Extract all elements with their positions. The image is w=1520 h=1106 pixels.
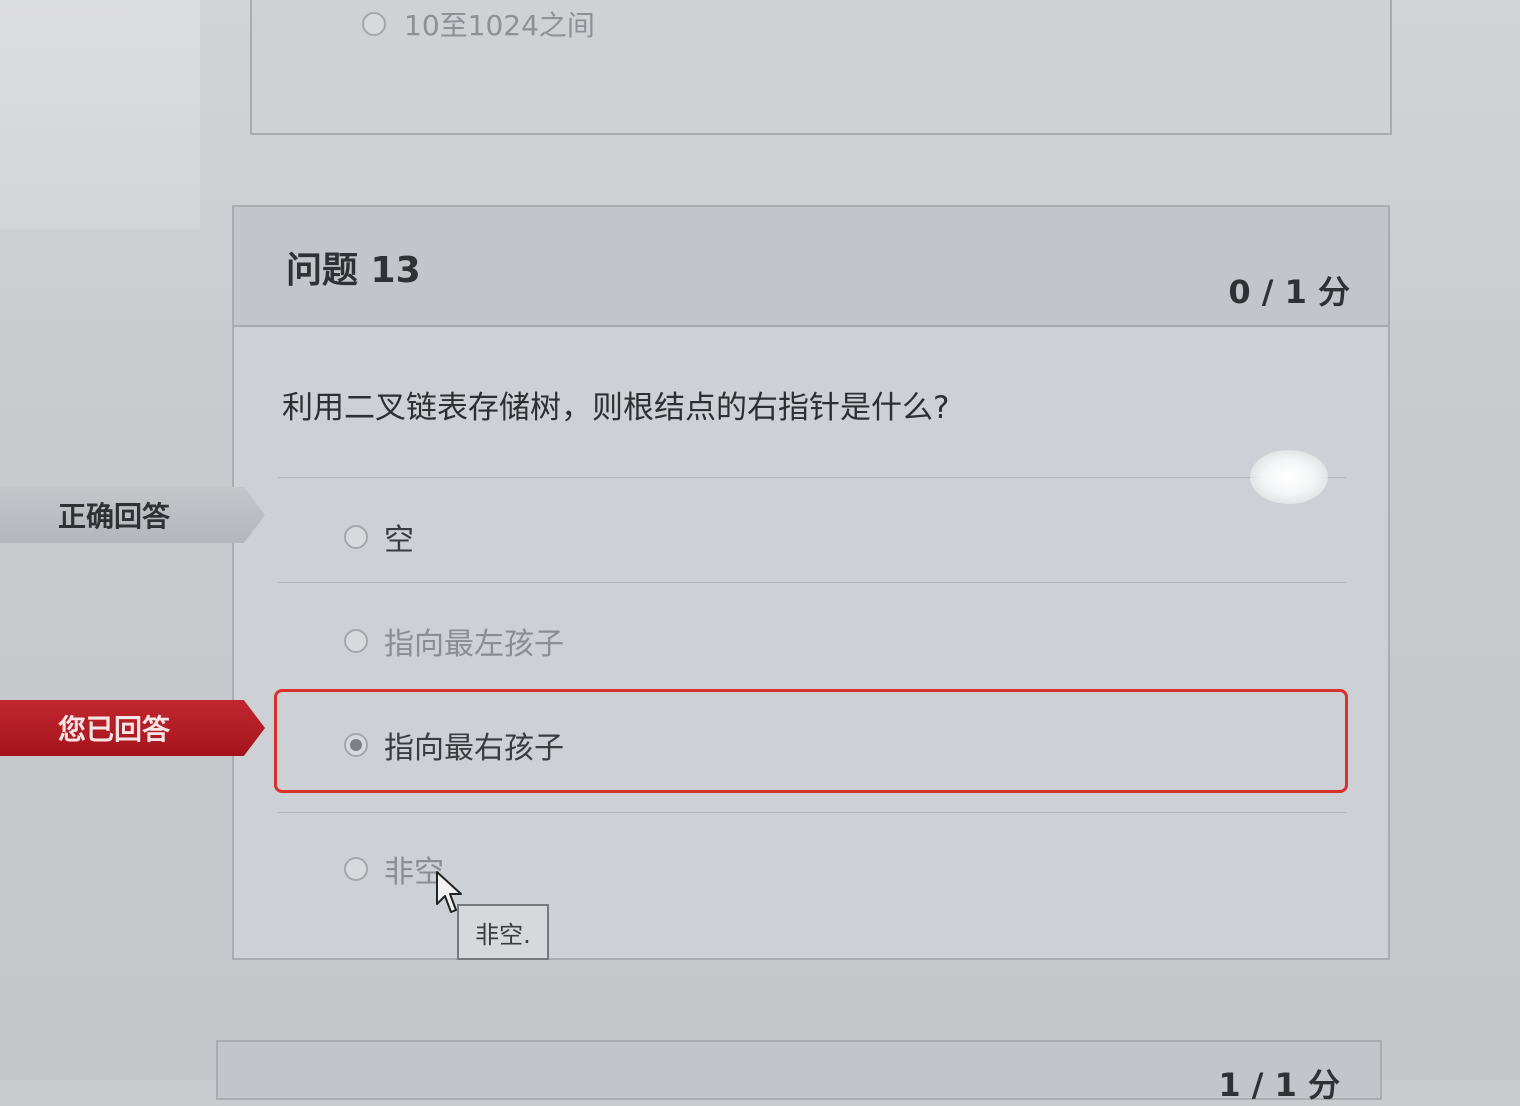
next-question-card: 1 / 1 分	[216, 1040, 1382, 1104]
option-label: 指向最左孩子	[384, 627, 564, 662]
radio-button-icon[interactable]	[344, 857, 368, 881]
radio-button-icon[interactable]	[344, 629, 368, 653]
question-card: 问题 13 0 / 1 分 利用二叉链表存储树，则根结点的右指针是什么? 空 指…	[232, 205, 1390, 960]
previous-question-card: 10至1024之间	[250, 0, 1392, 135]
radio-button-icon[interactable]	[362, 12, 386, 36]
option-empty[interactable]: 空	[344, 515, 414, 559]
hover-tooltip: 非空.	[457, 904, 549, 960]
question-header: 问题 13 0 / 1 分	[234, 207, 1388, 327]
option-divider	[278, 477, 1346, 478]
option-non-empty[interactable]: 非空	[344, 847, 444, 891]
option-label: 指向最右孩子	[384, 731, 564, 766]
previous-question-option[interactable]: 10至1024之间	[362, 4, 595, 44]
previous-option-label: 10至1024之间	[404, 9, 595, 42]
option-leftmost-child[interactable]: 指向最左孩子	[344, 619, 564, 663]
option-label: 空	[384, 523, 414, 558]
option-divider	[278, 582, 1346, 583]
your-answer-tag: 您已回答	[0, 700, 265, 756]
option-divider	[278, 812, 1346, 813]
option-rightmost-child[interactable]: 指向最右孩子	[344, 723, 564, 767]
question-title: 问题 13	[286, 250, 421, 291]
next-question-score: 1 / 1 分	[1218, 1066, 1340, 1104]
radio-button-icon[interactable]	[344, 525, 368, 549]
question-text: 利用二叉链表存储树，则根结点的右指针是什么?	[282, 390, 950, 426]
tooltip-text: 非空.	[475, 920, 531, 949]
correct-answer-tag: 正确回答	[0, 487, 265, 543]
screen-glare-spot	[1250, 450, 1328, 504]
question-score: 0 / 1 分	[1228, 273, 1350, 311]
quiz-results-page: 10至1024之间 问题 13 0 / 1 分 利用二叉链表存储树，则根结点的右…	[0, 0, 1520, 1104]
your-answer-tag-label: 您已回答	[58, 713, 171, 746]
correct-answer-tag-label: 正确回答	[58, 500, 171, 533]
screen-glare-left	[0, 0, 200, 230]
radio-button-checked-icon[interactable]	[344, 733, 368, 757]
